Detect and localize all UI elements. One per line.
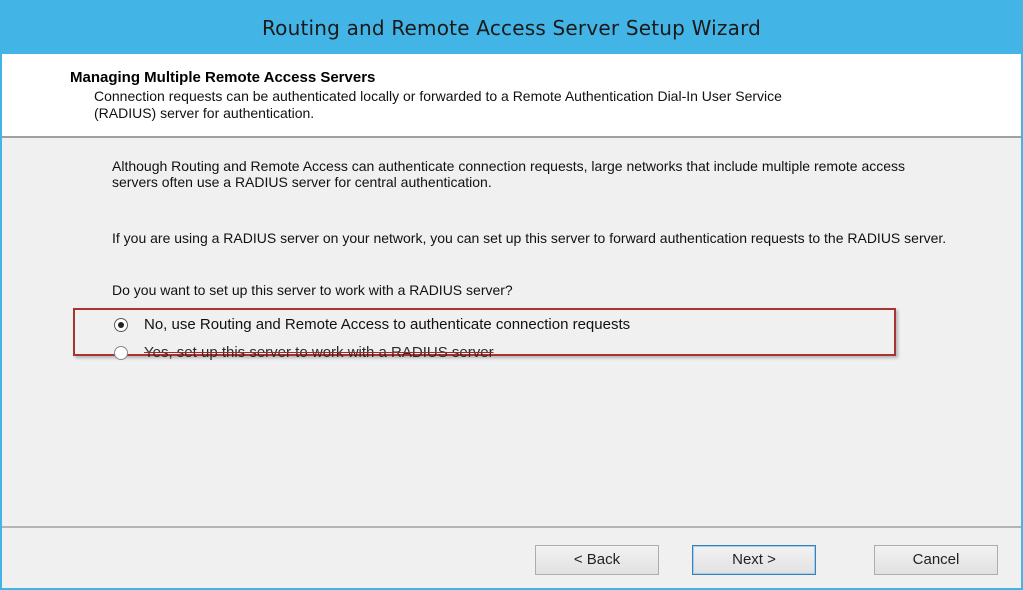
radius-paragraph: If you are using a RADIUS server on your…: [112, 230, 947, 246]
page-title: Managing Multiple Remote Access Servers: [70, 69, 376, 86]
cancel-button[interactable]: Cancel: [874, 545, 998, 575]
wizard-header: Managing Multiple Remote Access Servers …: [54, 54, 1021, 136]
next-button[interactable]: Next >: [692, 545, 816, 575]
radio-button-unselected[interactable]: [114, 346, 128, 360]
wizard-footer: < Back Next > Cancel: [2, 528, 1021, 588]
question-text: Do you want to set up this server to wor…: [112, 282, 513, 298]
radio-label[interactable]: Yes, set up this server to work with a R…: [144, 344, 494, 361]
window-title: Routing and Remote Access Server Setup W…: [261, 16, 762, 40]
radio-button-selected[interactable]: [114, 318, 128, 332]
page-description: Connection requests can be authenticated…: [94, 88, 782, 121]
intro-paragraph: Although Routing and Remote Access can a…: [112, 158, 906, 190]
header-left-strip: [2, 54, 54, 136]
wizard-body: Although Routing and Remote Access can a…: [2, 138, 1021, 526]
radio-label[interactable]: No, use Routing and Remote Access to aut…: [144, 316, 630, 333]
title-bar[interactable]: Routing and Remote Access Server Setup W…: [2, 2, 1021, 54]
wizard-window: Routing and Remote Access Server Setup W…: [0, 0, 1023, 590]
back-button[interactable]: < Back: [535, 545, 659, 575]
